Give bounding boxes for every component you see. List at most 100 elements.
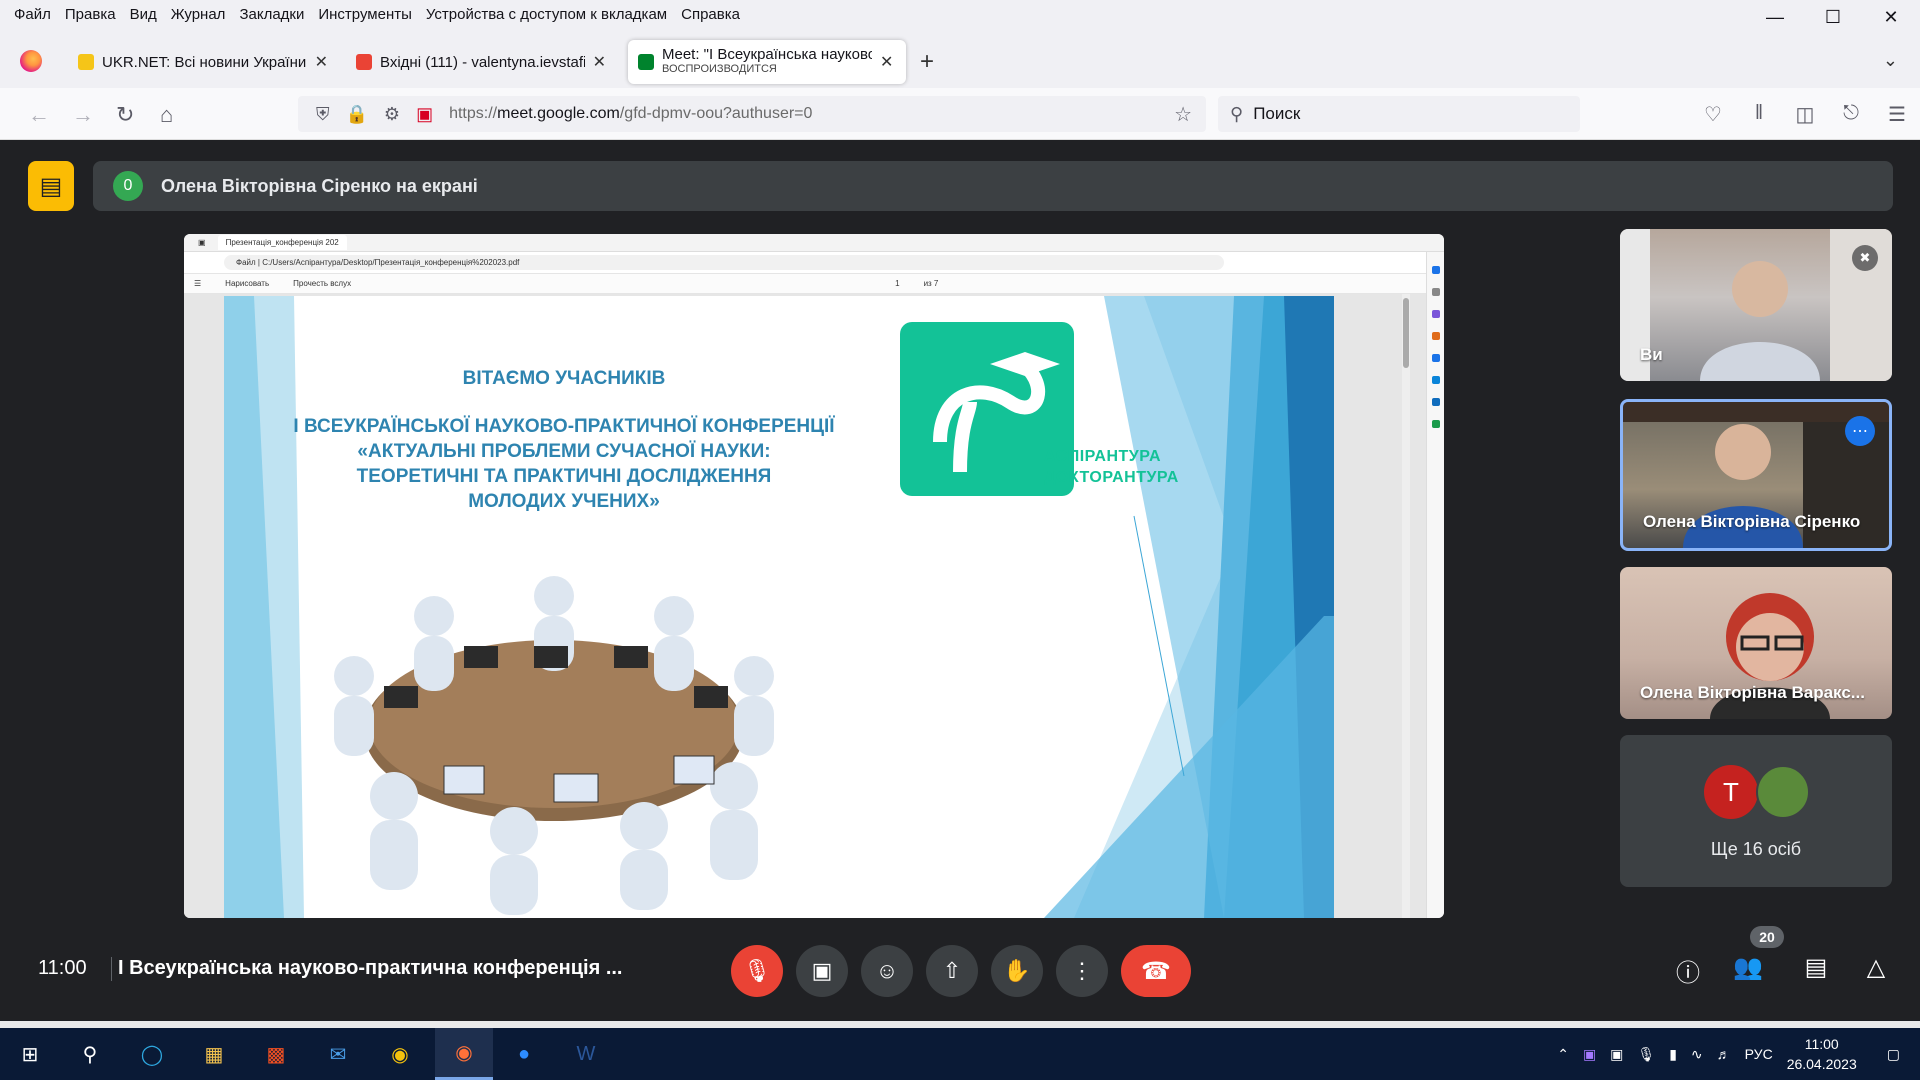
close-tab-icon[interactable]: ✕ — [315, 52, 328, 72]
new-tab-icon[interactable]: + — [920, 48, 934, 76]
tab-meet[interactable]: Meet: "І Всеукраїнська науково ВОСПРОИЗВ… — [628, 40, 906, 84]
menu-history[interactable]: Журнал — [171, 6, 226, 23]
participant-tile-varaks[interactable]: Олена Вікторівна Варакс... — [1620, 567, 1892, 719]
firefox-logo-icon[interactable] — [20, 50, 42, 72]
zoom-icon[interactable]: ● — [508, 1038, 540, 1070]
mail-icon[interactable]: ✉ — [322, 1038, 354, 1070]
emoji-button[interactable]: ☺ — [861, 945, 913, 997]
store-icon[interactable]: ▩ — [260, 1038, 292, 1070]
url-bar[interactable]: ⛨ 🔒 ⚙ ▣ https://meet.google.com/gfd-dpmv… — [298, 96, 1206, 132]
language-indicator[interactable]: РУС — [1745, 1046, 1773, 1062]
participant-name: Олена Вікторівна Варакс... — [1640, 683, 1865, 702]
tab-actions-icon: ▣ — [198, 238, 206, 247]
word-icon[interactable]: W — [570, 1038, 602, 1070]
notifications-icon[interactable]: ▢ — [1887, 1046, 1900, 1063]
camera-button[interactable]: ▣ — [796, 945, 848, 997]
extensions-icon[interactable]: ⎋ — [1828, 102, 1874, 127]
permissions-icon[interactable]: ⚙ — [384, 104, 400, 125]
slide-line-1: І ВСЕУКРАЇНСЬКОЇ НАУКОВО-ПРАКТИЧНОЇ КОНФ… — [293, 416, 835, 437]
draw-tool: Нарисовать — [225, 279, 270, 288]
more-options-icon[interactable]: ⋯ — [1845, 416, 1875, 446]
menu-view[interactable]: Вид — [130, 6, 157, 23]
camera-sharing-icon[interactable]: ▣ — [416, 104, 433, 125]
read-aloud-tool: Прочесть вслух — [293, 279, 352, 288]
library-icon[interactable]: ‖ — [1736, 102, 1782, 127]
slide-greeting: ВІТАЄМО УЧАСНИКІВ — [462, 368, 666, 389]
presentation-slide: ВІТАЄМО УЧАСНИКІВ І ВСЕУКРАЇНСЬКОЇ НАУКО… — [224, 296, 1334, 918]
back-arrow-icon[interactable]: ← — [28, 102, 50, 128]
leave-call-button[interactable]: ☎ — [1121, 945, 1191, 997]
presentation-banner: 0 Олена Вікторівна Сіренко на екрані — [93, 161, 1893, 211]
shared-screen: ▣ Презентація_конференція 202 Файл | C:/… — [184, 234, 1444, 918]
wifi-icon[interactable]: ∿ — [1691, 1046, 1703, 1063]
slide-title: ВІТАЄМО УЧАСНИКІВ І ВСЕУКРАЇНСЬКОЇ НАУКО… — [284, 366, 844, 514]
shield-icon[interactable]: ⛨ — [316, 104, 330, 125]
tab-gmail[interactable]: Вхідні (111) - valentyna.ievstafie ✕ — [346, 40, 616, 84]
shared-browser-sidebar — [1426, 252, 1444, 918]
more-options-button[interactable]: ⋮ — [1056, 945, 1108, 997]
logo-text-line-2: ДОКТОРАНТУРА — [1044, 469, 1179, 486]
presenter-avatar: 0 — [113, 171, 143, 201]
search-input[interactable]: ⚲ Поиск — [1218, 96, 1580, 132]
menu-tools[interactable]: Инструменты — [318, 6, 412, 23]
forward-arrow-icon[interactable]: → — [72, 102, 94, 128]
search-icon: ⚲ — [1230, 103, 1244, 124]
chrome-icon[interactable]: ◉ — [384, 1038, 416, 1070]
battery-icon[interactable]: ▮ — [1669, 1046, 1677, 1063]
participant-name: Ви — [1640, 345, 1663, 364]
shared-browser-tabs: ▣ Презентація_конференція 202 — [184, 234, 1444, 252]
meeting-title: І Всеукраїнська науково-практична конфер… — [118, 957, 623, 979]
participant-tile-self[interactable]: ✖ Ви — [1620, 229, 1892, 381]
pocket-icon[interactable]: ♡ — [1690, 102, 1736, 127]
people-icon[interactable]: 👥 — [1730, 953, 1766, 982]
volume-icon[interactable]: ♬ — [1717, 1046, 1731, 1062]
sidebar-icon[interactable]: ◫ — [1782, 102, 1828, 127]
edge-icon[interactable]: ◯ — [136, 1038, 168, 1070]
camera-tray-icon[interactable]: ▣ — [1610, 1046, 1623, 1063]
mic-off-button[interactable]: 🎙 — [731, 945, 783, 997]
divider — [111, 957, 112, 981]
microphone-icon[interactable]: 🎙 — [1637, 1046, 1655, 1063]
presenter-text: Олена Вікторівна Сіренко на екрані — [161, 175, 478, 196]
menu-bookmarks[interactable]: Закладки — [239, 6, 304, 23]
chevron-up-icon[interactable]: ⌃ — [1557, 1046, 1569, 1063]
taskbar-search-icon[interactable]: ⚲ — [74, 1038, 106, 1070]
reload-icon[interactable]: ↻ — [116, 102, 134, 128]
raise-hand-button[interactable]: ✋ — [991, 945, 1043, 997]
activities-icon[interactable]: △ — [1858, 953, 1894, 982]
menu-help[interactable]: Справка — [681, 6, 740, 23]
teams-icon[interactable]: ▣ — [1583, 1046, 1596, 1063]
menu-file[interactable]: Файл — [14, 6, 51, 23]
firefox-taskbar-icon[interactable]: ◉ — [435, 1028, 493, 1080]
system-tray: ⌃ ▣ ▣ 🎙 ▮ ∿ ♬ РУС 11:00 26.04.2023 ▢ — [1557, 1028, 1920, 1080]
pdf-viewer: ВІТАЄМО УЧАСНИКІВ І ВСЕУКРАЇНСЬКОЇ НАУКО… — [184, 294, 1426, 918]
lock-icon[interactable]: 🔒 — [346, 104, 368, 125]
shared-address-bar: Файл | C:/Users/Аспірантура/Desktop/През… — [184, 252, 1444, 274]
participant-tile-sirenko[interactable]: ⋯ Олена Вікторівна Сіренко — [1620, 399, 1892, 551]
bookmark-star-icon[interactable]: ☆ — [1174, 102, 1192, 127]
file-explorer-icon[interactable]: ▦ — [198, 1038, 230, 1070]
present-screen-button[interactable]: ⇧ — [926, 945, 978, 997]
meeting-info-icon[interactable]: ⓘ — [1670, 953, 1706, 988]
menu-synced-tabs[interactable]: Устройства с доступом к вкладкам — [426, 6, 667, 23]
hamburger-menu-icon[interactable]: ☰ — [1874, 102, 1920, 127]
home-icon[interactable]: ⌂ — [160, 102, 173, 128]
chevron-down-icon[interactable]: ⌄ — [1883, 50, 1898, 71]
clock[interactable]: 11:00 26.04.2023 — [1787, 1034, 1857, 1074]
page-number: 1 — [895, 279, 900, 288]
stop-presenting-icon[interactable]: ▤ — [28, 161, 74, 211]
windows-start-icon[interactable]: ⊞ — [14, 1038, 46, 1070]
chat-icon[interactable]: ▤ — [1798, 953, 1834, 982]
more-participants-label: Ще 16 осіб — [1710, 839, 1802, 859]
participant-name: Олена Вікторівна Сіренко — [1643, 512, 1861, 531]
meeting-time: 11:00 — [38, 957, 87, 979]
close-tab-icon[interactable]: ✕ — [593, 52, 606, 72]
mic-off-icon: ✖ — [1852, 245, 1878, 271]
menu-edit[interactable]: Правка — [65, 6, 116, 23]
tab-ukrnet[interactable]: UKR.NET: Всі новини України, с ✕ — [68, 40, 338, 84]
more-participants-tile[interactable]: T Ще 16 осіб — [1620, 735, 1892, 887]
close-tab-icon[interactable]: ✕ — [880, 52, 893, 72]
pdf-scrollbar[interactable] — [1402, 294, 1410, 918]
pdf-toolbar: ☰ Нарисовать Прочесть вслух 1 из 7 — [184, 274, 1426, 294]
menu-bar: Файл Правка Вид Журнал Закладки Инструме… — [0, 0, 1920, 28]
